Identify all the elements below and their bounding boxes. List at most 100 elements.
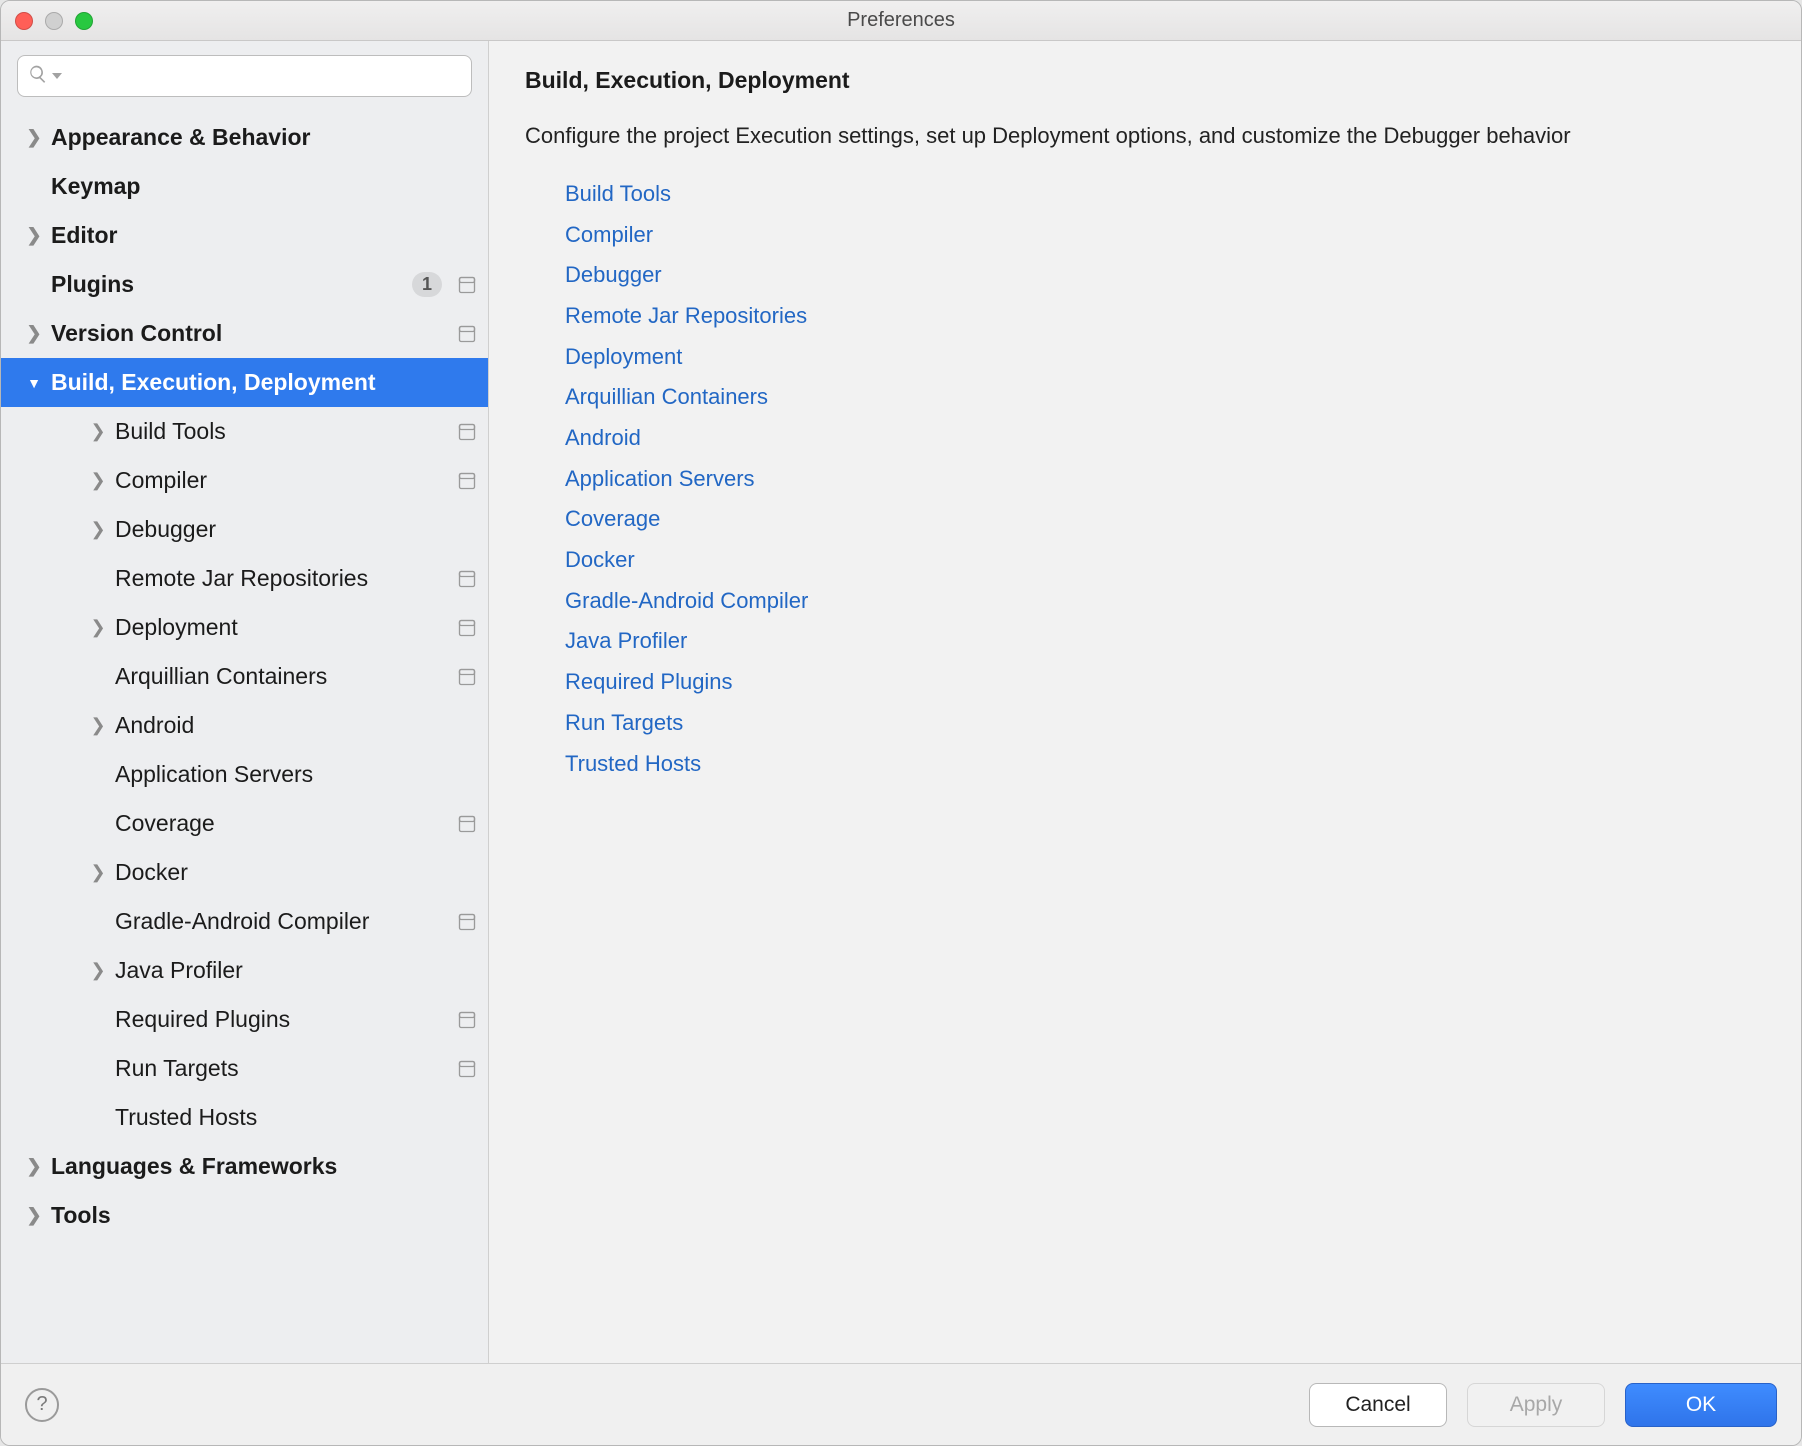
tree-item-label: Tools [51, 1202, 478, 1229]
tree-item[interactable]: ❯ Compiler [1, 456, 488, 505]
settings-link[interactable]: Debugger [565, 255, 1765, 296]
settings-link[interactable]: Java Profiler [565, 621, 1765, 662]
tree-item-label: Required Plugins [115, 1006, 450, 1033]
settings-link[interactable]: Arquillian Containers [565, 377, 1765, 418]
project-scope-icon [456, 470, 478, 492]
tree-item[interactable]: ❯Debugger [1, 505, 488, 554]
tree-item[interactable]: ❯ Tools [1, 1191, 488, 1240]
sidebar: ❯ Appearance & Behavior Keymap ❯ Editor Plugi… [1, 41, 489, 1363]
settings-link[interactable]: Docker [565, 540, 1765, 581]
project-scope-icon [456, 813, 478, 835]
tree-item[interactable]: Trusted Hosts [1, 1093, 488, 1142]
search-wrap [1, 41, 488, 107]
tree-item-label: Application Servers [115, 761, 478, 788]
main-pane: Build, Execution, Deployment Configure t… [489, 41, 1801, 1363]
tree-item[interactable]: Keymap [1, 162, 488, 211]
chevron-right-icon[interactable]: ❯ [87, 617, 109, 638]
tree-item[interactable]: ❯ Build Tools [1, 407, 488, 456]
help-icon: ? [36, 1393, 47, 1416]
tree-item[interactable]: Coverage [1, 799, 488, 848]
chevron-down-icon[interactable]: ▼ [23, 375, 45, 391]
tree-item-label: Keymap [51, 173, 478, 200]
page-title: Build, Execution, Deployment [525, 67, 1765, 94]
tree-item-label: Run Targets [115, 1055, 450, 1082]
tree-item-label: Deployment [115, 614, 450, 641]
chevron-right-icon[interactable]: ❯ [87, 519, 109, 540]
settings-link[interactable]: Required Plugins [565, 662, 1765, 703]
tree-item[interactable]: Run Targets [1, 1044, 488, 1093]
search-dropdown-icon[interactable] [52, 73, 62, 79]
page-description: Configure the project Execution settings… [525, 120, 1655, 152]
tree-item-label: Editor [51, 222, 478, 249]
tree-item[interactable]: ❯ Android [1, 701, 488, 750]
tree-item[interactable]: ❯ Deployment [1, 603, 488, 652]
tree-item[interactable]: ❯ Editor [1, 211, 488, 260]
chevron-right-icon[interactable]: ❯ [87, 960, 109, 981]
settings-link[interactable]: Run Targets [565, 703, 1765, 744]
settings-link[interactable]: Trusted Hosts [565, 744, 1765, 785]
tree-item[interactable]: Arquillian Containers [1, 652, 488, 701]
tree-item-label: Compiler [115, 467, 450, 494]
help-button[interactable]: ? [25, 1388, 59, 1422]
tree-item[interactable]: Remote Jar Repositories [1, 554, 488, 603]
tree-item[interactable]: ❯ Java Profiler [1, 946, 488, 995]
chevron-right-icon[interactable]: ❯ [87, 862, 109, 883]
chevron-right-icon[interactable]: ❯ [23, 323, 45, 344]
settings-link[interactable]: Build Tools [565, 174, 1765, 215]
chevron-right-icon[interactable]: ❯ [23, 1156, 45, 1177]
chevron-right-icon[interactable]: ❯ [87, 421, 109, 442]
cancel-button[interactable]: Cancel [1309, 1383, 1447, 1427]
tree-item[interactable]: Plugins1 [1, 260, 488, 309]
tree-item[interactable]: Gradle-Android Compiler [1, 897, 488, 946]
tree-item-label: Languages & Frameworks [51, 1153, 478, 1180]
tree-item-label: Version Control [51, 320, 450, 347]
project-scope-icon [456, 1058, 478, 1080]
settings-link[interactable]: Android [565, 418, 1765, 459]
tree-item-label: Docker [115, 859, 478, 886]
search-icon [28, 64, 48, 89]
preferences-window: Preferences ❯ Appearance & Behavior Keymap… [0, 0, 1802, 1446]
project-scope-icon [456, 666, 478, 688]
tree-item-label: Plugins [51, 271, 412, 298]
project-scope-icon [456, 911, 478, 933]
tree-item[interactable]: ▼ Build, Execution, Deployment [1, 358, 488, 407]
ok-button[interactable]: OK [1625, 1383, 1777, 1427]
settings-link[interactable]: Coverage [565, 499, 1765, 540]
settings-link[interactable]: Application Servers [565, 459, 1765, 500]
tree-item-label: Arquillian Containers [115, 663, 450, 690]
settings-tree: ❯ Appearance & Behavior Keymap ❯ Editor Plugi… [1, 107, 488, 1363]
settings-link[interactable]: Deployment [565, 337, 1765, 378]
tree-item-label: Java Profiler [115, 957, 478, 984]
chevron-right-icon[interactable]: ❯ [87, 715, 109, 736]
tree-item[interactable]: Required Plugins [1, 995, 488, 1044]
project-scope-icon [456, 274, 478, 296]
chevron-right-icon[interactable]: ❯ [23, 225, 45, 246]
project-scope-icon [456, 421, 478, 443]
window-title: Preferences [1, 9, 1801, 32]
tree-item-label: Build Tools [115, 418, 450, 445]
search-input[interactable] [68, 65, 461, 88]
tree-item[interactable]: Application Servers [1, 750, 488, 799]
link-list: Build ToolsCompilerDebuggerRemote Jar Re… [525, 174, 1765, 784]
settings-link[interactable]: Gradle-Android Compiler [565, 581, 1765, 622]
tree-item[interactable]: ❯ Appearance & Behavior [1, 113, 488, 162]
chevron-right-icon[interactable]: ❯ [23, 1205, 45, 1226]
tree-item[interactable]: ❯ Docker [1, 848, 488, 897]
search-field[interactable] [17, 55, 472, 97]
tree-item[interactable]: ❯ Version Control [1, 309, 488, 358]
tree-item-label: Build, Execution, Deployment [51, 369, 478, 396]
apply-button: Apply [1467, 1383, 1605, 1427]
tree-item-label: Gradle-Android Compiler [115, 908, 450, 935]
tree-item-label: Coverage [115, 810, 450, 837]
count-badge: 1 [412, 272, 442, 297]
settings-link[interactable]: Remote Jar Repositories [565, 296, 1765, 337]
project-scope-icon [456, 617, 478, 639]
tree-item-label: Appearance & Behavior [51, 124, 478, 151]
settings-link[interactable]: Compiler [565, 215, 1765, 256]
tree-item-label: Android [115, 712, 478, 739]
chevron-right-icon[interactable]: ❯ [87, 470, 109, 491]
titlebar: Preferences [1, 1, 1801, 41]
tree-item[interactable]: ❯ Languages & Frameworks [1, 1142, 488, 1191]
project-scope-icon [456, 568, 478, 590]
chevron-right-icon[interactable]: ❯ [23, 127, 45, 148]
